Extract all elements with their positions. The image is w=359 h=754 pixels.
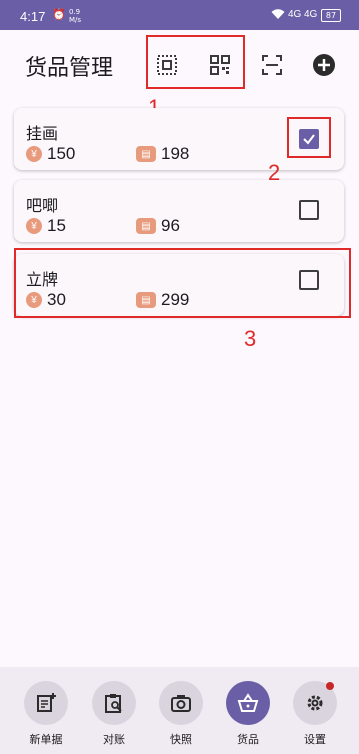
camera-icon xyxy=(171,695,191,712)
goods-name: 挂画 xyxy=(26,124,59,143)
highlight-box-1 xyxy=(146,35,245,89)
signal-1: 4G xyxy=(288,9,302,20)
nav-settings-label: 设置 xyxy=(304,733,326,746)
nav-goods-label: 货品 xyxy=(237,733,259,746)
nav-snapshot-label: 快照 xyxy=(170,733,192,746)
wifi-icon xyxy=(271,9,285,23)
page-title: 货品管理 xyxy=(25,56,114,81)
new-document-icon xyxy=(37,693,56,712)
network-speed: 0.9 M/s xyxy=(69,8,81,24)
signal-2: 4G xyxy=(304,9,318,20)
nav-new-order[interactable]: 新单据 xyxy=(18,681,74,747)
price-field: ¥ 150 xyxy=(26,144,75,164)
stock-field: ▤ 96 xyxy=(136,216,180,236)
yuan-icon: ¥ xyxy=(26,218,42,234)
warehouse-icon: ▤ xyxy=(136,218,156,234)
add-goods-button[interactable] xyxy=(309,50,339,80)
stock-field: ▤ 198 xyxy=(136,144,189,164)
highlight-box-2 xyxy=(287,117,331,158)
annotation-label-3: 3 xyxy=(244,326,257,351)
add-circle-icon xyxy=(313,54,335,76)
nav-settings[interactable]: 设置 xyxy=(287,681,343,747)
nav-snapshot[interactable]: 快照 xyxy=(153,681,209,747)
gear-icon xyxy=(307,695,323,711)
yuan-icon: ¥ xyxy=(26,146,42,162)
price-field: ¥ 15 xyxy=(26,216,66,236)
nav-new-order-label: 新单据 xyxy=(29,733,63,746)
goods-card[interactable]: 吧唧 ¥ 15 ▤ 96 xyxy=(14,180,344,242)
network-speed-value: 0.9 xyxy=(69,8,81,16)
basket-icon xyxy=(237,693,259,712)
goods-name: 吧唧 xyxy=(26,196,59,215)
goods-stock: 96 xyxy=(161,216,180,235)
status-time: 4:17 xyxy=(20,9,46,24)
goods-price: 150 xyxy=(47,144,76,163)
battery-indicator: 87 xyxy=(321,9,341,22)
nav-reconcile-label: 对账 xyxy=(103,733,125,746)
bottom-navigation: 新单据 对账 快照 货品 设置 xyxy=(0,667,359,754)
clipboard-search-icon xyxy=(105,694,122,713)
select-checkbox[interactable] xyxy=(299,200,319,220)
nav-goods[interactable]: 货品 xyxy=(220,681,276,747)
alarm-icon: ⏰ xyxy=(52,8,66,21)
warehouse-icon: ▤ xyxy=(136,146,156,162)
goods-stock: 198 xyxy=(161,144,190,163)
status-bar: 4:17 ⏰ 0.9 M/s 4G 4G 87 xyxy=(0,0,359,30)
goods-price: 15 xyxy=(47,216,66,235)
nav-reconcile[interactable]: 对账 xyxy=(86,681,142,747)
highlight-box-3 xyxy=(14,248,351,318)
scan-icon xyxy=(262,55,282,75)
network-speed-unit: M/s xyxy=(69,16,82,24)
notification-dot xyxy=(326,682,334,690)
scan-button[interactable] xyxy=(257,50,287,80)
